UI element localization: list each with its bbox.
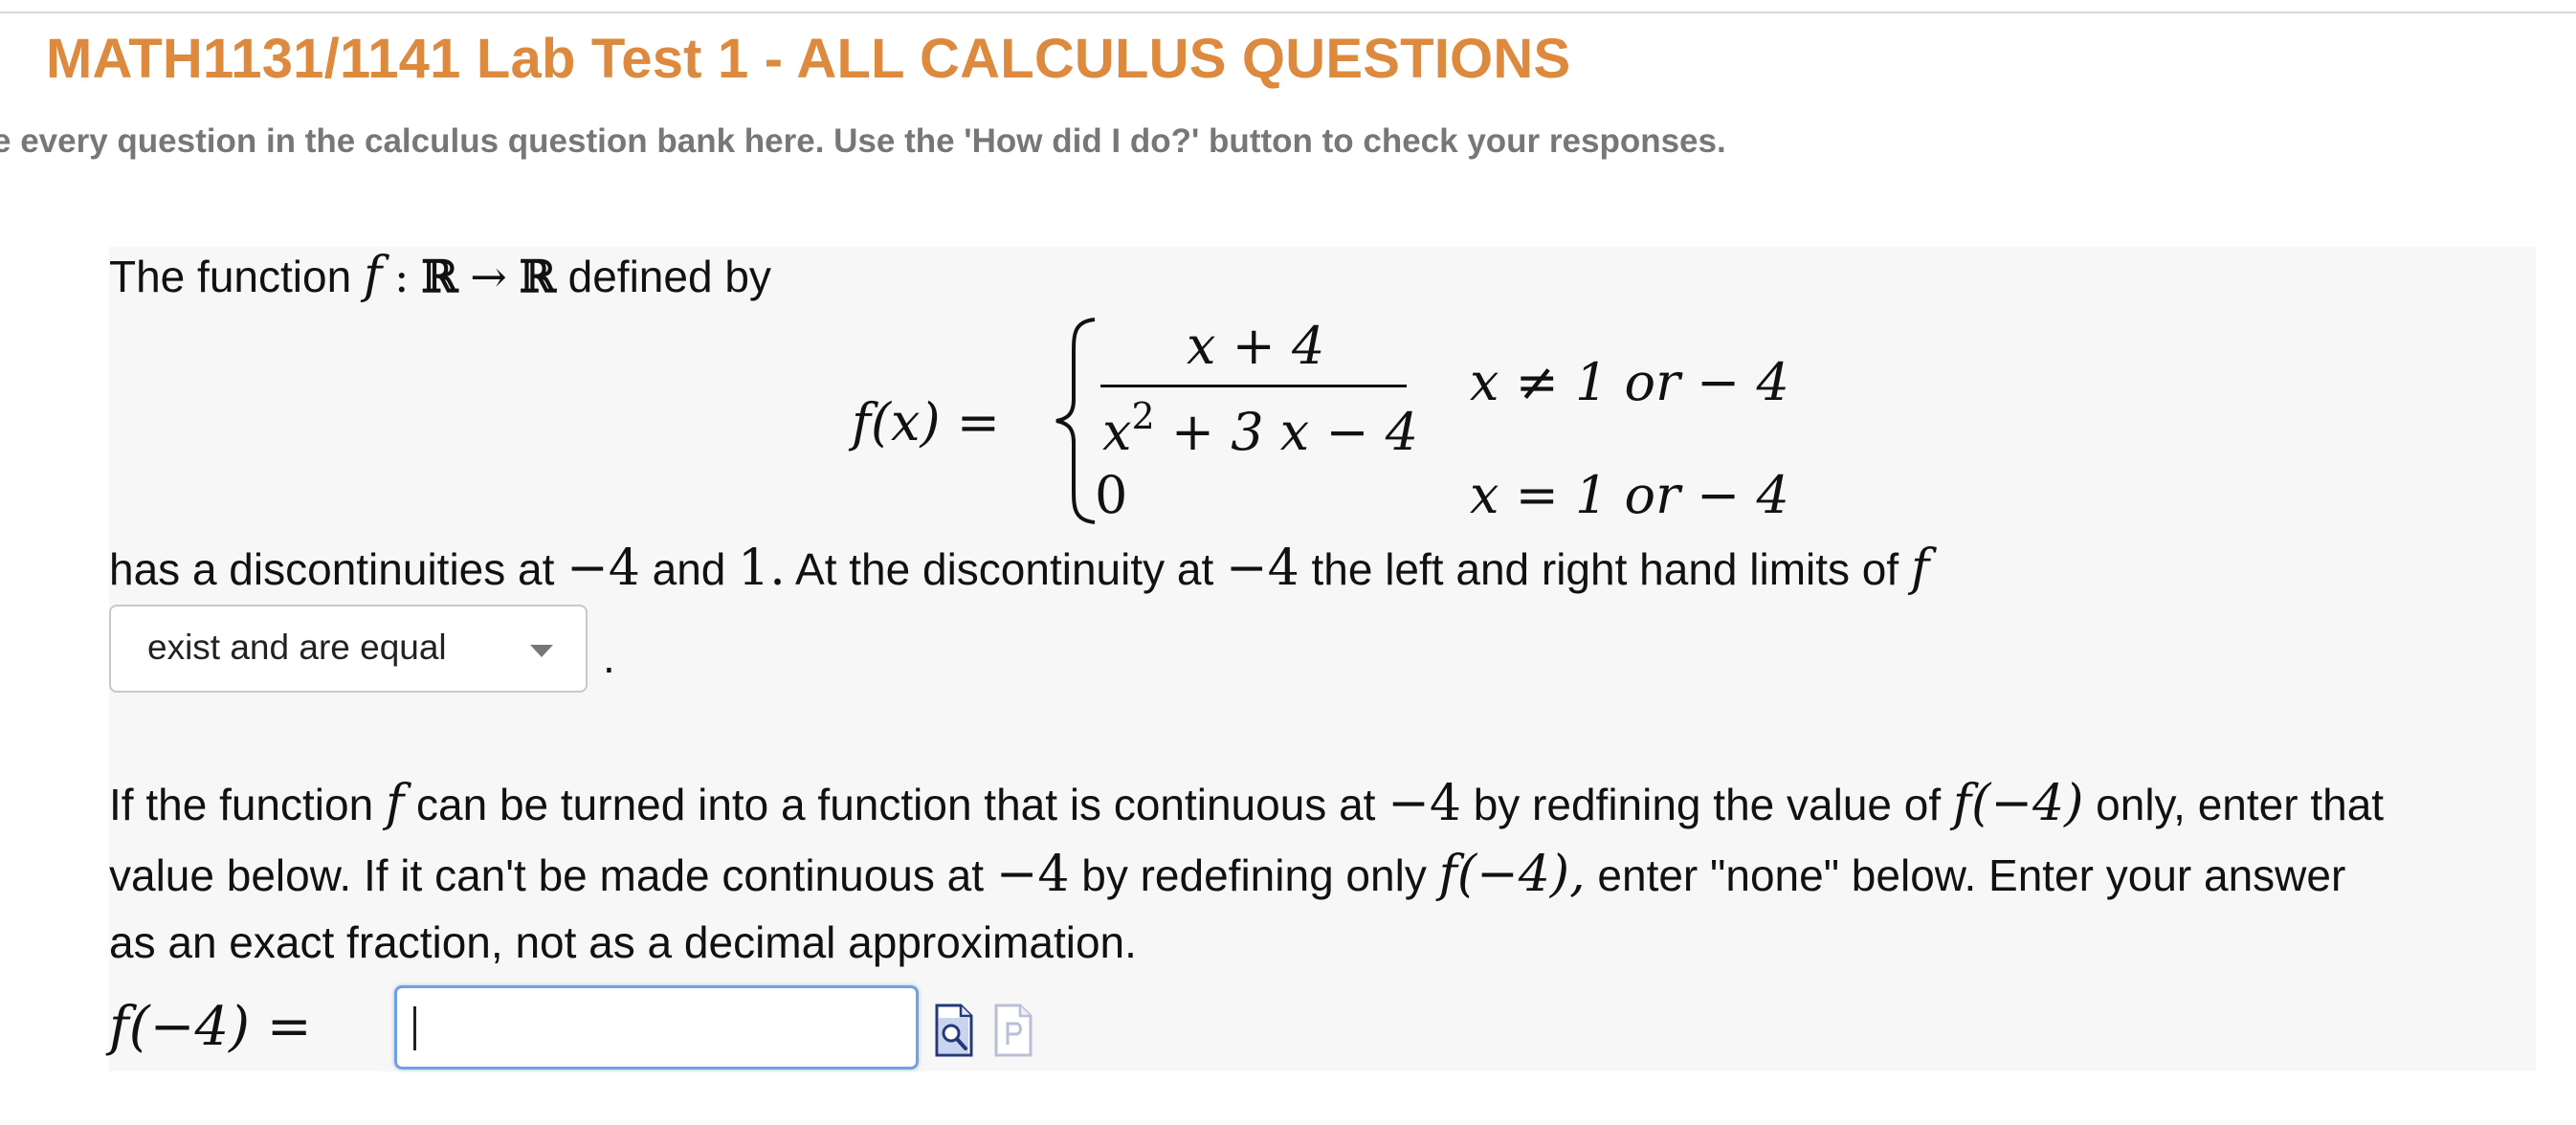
case2-value: 0 <box>1095 465 1128 525</box>
answer-label: f(−4) = <box>109 996 312 1058</box>
instruction-line-3: as an exact fraction, not as a decimal a… <box>109 917 1137 967</box>
intro-f: f <box>363 247 383 304</box>
preview-icon[interactable] <box>934 1003 974 1058</box>
intro-colon: : <box>393 251 410 302</box>
case2-condition: x = 1 or − 4 <box>1470 465 1789 525</box>
case1-condition: x ≠ 1 or − 4 <box>1470 352 1789 412</box>
intro-defined: defined by <box>567 252 771 301</box>
left-brace-icon <box>1055 318 1096 524</box>
chevron-down-icon <box>530 645 553 657</box>
fraction-bar <box>1100 385 1407 387</box>
fraction-denominator: x2 + 3 x − 4 <box>1102 395 1419 462</box>
sentence-period: . <box>603 632 615 682</box>
page-title: MATH1131/1141 Lab Test 1 - ALL CALCULUS … <box>46 28 1571 90</box>
fraction-numerator: x + 4 <box>1187 316 1325 376</box>
top-divider <box>0 11 2576 13</box>
intro-reals-1: ℝ <box>421 251 458 302</box>
instruction-line-2: value below. If it can't be made continu… <box>109 846 2346 903</box>
instruction-line-1: If the function f can be turned into a f… <box>109 775 2385 832</box>
discontinuity-statement: has a discontinuities at −4 and 1. At th… <box>109 540 1930 597</box>
page-subtitle: e every question in the calculus questio… <box>0 122 1726 160</box>
intro-text: The function <box>109 252 352 301</box>
text-cursor <box>413 1006 416 1050</box>
answer-input[interactable] <box>394 985 919 1070</box>
syntax-help-icon[interactable] <box>993 1003 1033 1058</box>
dropdown-selected-value: exist and are equal <box>147 628 447 667</box>
question-intro: The function f : ℝ → ℝ defined by <box>109 247 771 304</box>
piecewise-lhs: f(x) = <box>852 392 1000 452</box>
intro-reals-2: ℝ <box>519 251 556 302</box>
limits-dropdown[interactable]: exist and are equal <box>109 605 588 693</box>
intro-arrow: → <box>470 251 507 302</box>
